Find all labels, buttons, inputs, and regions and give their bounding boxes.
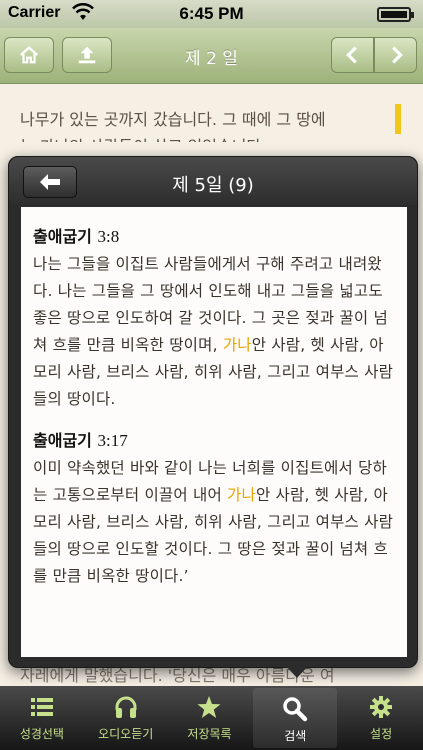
tab-audio[interactable]: 오디오듣기 bbox=[84, 686, 168, 750]
verse-number: 3:17 bbox=[97, 431, 128, 450]
verse-book: 출애굽기 bbox=[33, 431, 92, 450]
tab-label: 검색 bbox=[284, 729, 307, 743]
gear-icon bbox=[370, 696, 393, 718]
popup-header: 제 5일 (9) bbox=[9, 157, 417, 205]
status-bar: Carrier 6:45 PM bbox=[0, 0, 423, 28]
home-icon bbox=[19, 46, 39, 64]
page-title: 제 2 일 bbox=[185, 49, 238, 69]
back-button[interactable] bbox=[23, 166, 77, 198]
navigation-bar: 제 2 일 bbox=[0, 28, 423, 84]
tab-label: 오디오듣기 bbox=[98, 727, 154, 741]
search-result-popup: 제 5일 (9) 출애굽기 3:8 나는 그들을 이집트 사람들에게서 구해 주… bbox=[8, 156, 418, 668]
verse-number: 3:8 bbox=[97, 227, 120, 246]
bookmark-marker bbox=[395, 104, 401, 134]
reading-line: 는 가나안 사람들이 살고 있었습니다. bbox=[20, 133, 400, 142]
search-highlight: 가나 bbox=[222, 336, 252, 354]
share-button[interactable] bbox=[62, 37, 112, 73]
tab-bible-select[interactable]: 성경선택 bbox=[0, 686, 84, 750]
verse-book: 출애굽기 bbox=[33, 227, 92, 246]
list-icon bbox=[30, 698, 53, 716]
chevron-left-icon bbox=[345, 46, 357, 64]
headphones-icon bbox=[115, 696, 137, 718]
verse-text: 나는 그들을 이집트 사람들에게서 구해 주려고 내려왔다. 나는 그들을 그 … bbox=[33, 255, 394, 408]
reading-line: 나무가 있는 곳까지 갔습니다. 그 때에 그 땅에 bbox=[20, 110, 326, 129]
previous-button[interactable] bbox=[331, 37, 374, 73]
verse-reference: 출애굽기 3:17 bbox=[33, 427, 395, 451]
reading-text: 나무가 있는 곳까지 갔습니다. 그 때에 그 땅에 는 가나안 사람들이 살고… bbox=[20, 82, 400, 142]
clock: 6:45 PM bbox=[179, 4, 244, 23]
verse-item[interactable]: 출애굽기 3:8 나는 그들을 이집트 사람들에게서 구해 주려고 내려왔다. … bbox=[33, 223, 395, 413]
popup-pointer bbox=[286, 666, 308, 678]
verse-item[interactable]: 출애굽기 3:17 이미 약속했던 바와 같이 나는 너희를 이집트에서 당하는… bbox=[33, 427, 395, 590]
verse-list[interactable]: 출애굽기 3:8 나는 그들을 이집트 사람들에게서 구해 주려고 내려왔다. … bbox=[21, 207, 407, 657]
star-icon bbox=[197, 696, 221, 718]
battery-icon bbox=[377, 7, 414, 22]
arrow-left-icon bbox=[40, 174, 60, 190]
chevron-right-icon bbox=[391, 46, 403, 64]
verse-text: 이미 약속했던 바와 같이 나는 너희를 이집트에서 당하는 고통으로부터 이끌… bbox=[33, 459, 394, 585]
upload-icon bbox=[78, 46, 96, 64]
tab-bar: 성경선택 오디오듣기 저장목록 검색 설정 bbox=[0, 686, 423, 750]
tab-label: 저장목록 bbox=[187, 727, 232, 741]
popup-title: 제 5일 (9) bbox=[172, 175, 254, 196]
tab-search[interactable]: 검색 bbox=[253, 688, 338, 748]
verse-reference: 출애굽기 3:8 bbox=[33, 223, 395, 247]
tab-saved-list[interactable]: 저장목록 bbox=[168, 686, 252, 750]
search-highlight: 가나 bbox=[227, 486, 256, 504]
home-button[interactable] bbox=[4, 37, 54, 73]
tab-label: 설정 bbox=[370, 727, 393, 741]
search-icon bbox=[283, 697, 308, 722]
next-button[interactable] bbox=[374, 37, 417, 73]
tab-settings[interactable]: 설정 bbox=[339, 686, 423, 750]
tab-label: 성경선택 bbox=[19, 727, 64, 741]
